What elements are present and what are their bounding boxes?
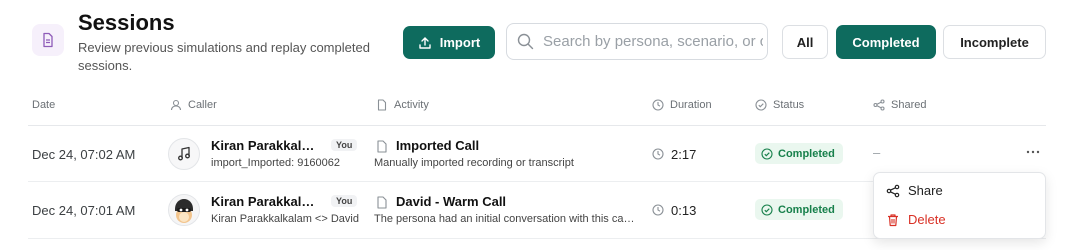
row-date: Dec 24, 07:02 AM [32, 147, 136, 162]
page-subtitle: Review previous simulations and replay c… [78, 40, 370, 73]
page-title: Sessions [78, 10, 175, 35]
you-badge: You [331, 195, 358, 207]
row-actions-menu: Share Delete [873, 172, 1046, 239]
caller-name: Kiran Parakkalkalam [211, 138, 321, 153]
status-badge: Completed [755, 199, 843, 220]
column-header-status[interactable]: Status [755, 99, 804, 111]
column-header-caller[interactable]: Caller [170, 99, 217, 111]
check-circle-icon [761, 203, 773, 216]
status-badge: Completed [755, 143, 843, 164]
more-options-button[interactable] [1021, 140, 1045, 164]
document-icon [377, 99, 387, 111]
check-circle-icon [761, 147, 773, 160]
column-header-activity[interactable]: Activity [376, 99, 429, 111]
search-box[interactable] [506, 23, 768, 60]
music-note-icon [168, 138, 200, 170]
trash-icon [888, 213, 898, 226]
column-header-duration[interactable]: Duration [652, 99, 712, 111]
activity-title: David - Warm Call [396, 194, 507, 209]
clock-icon [652, 99, 664, 111]
share-icon [873, 99, 885, 111]
clock-icon [652, 204, 664, 216]
activity-subtitle: The persona had an initial conversation … [374, 213, 636, 225]
caller-subtitle: import_Imported: 9160062 [211, 157, 341, 169]
filter-incomplete-button[interactable]: Incomplete [943, 25, 1046, 59]
column-header-shared[interactable]: Shared [873, 99, 926, 111]
column-header-date[interactable]: Date [32, 99, 55, 111]
filter-completed-button[interactable]: Completed [836, 25, 936, 59]
caller-subtitle: Kiran Parakkalkalam <> David [211, 213, 359, 225]
user-icon [170, 99, 182, 111]
more-horizontal-icon [1026, 150, 1040, 154]
check-circle-icon [755, 99, 767, 111]
filter-all-button[interactable]: All [782, 25, 828, 59]
upload-icon [419, 36, 431, 49]
search-input[interactable] [543, 33, 763, 50]
duration-value: 0:13 [671, 203, 697, 218]
activity-title: Imported Call [396, 138, 480, 153]
activity-subtitle: Manually imported recording or transcrip… [374, 157, 574, 169]
shared-value: – [873, 145, 881, 160]
search-icon [517, 33, 534, 50]
document-icon [377, 140, 387, 153]
document-icon [377, 196, 387, 209]
menu-item-share[interactable]: Share [886, 183, 943, 198]
caller-name: Kiran Parakkalkalam [211, 194, 321, 209]
duration-value: 2:17 [671, 147, 697, 162]
document-icon [32, 24, 64, 56]
row-date: Dec 24, 07:01 AM [32, 203, 136, 218]
persona-avatar [168, 194, 200, 226]
import-button[interactable]: Import [403, 26, 495, 59]
share-icon [886, 184, 900, 197]
clock-icon [652, 148, 664, 160]
menu-item-delete[interactable]: Delete [886, 212, 946, 227]
import-label: Import [439, 35, 481, 50]
you-badge: You [331, 139, 358, 151]
